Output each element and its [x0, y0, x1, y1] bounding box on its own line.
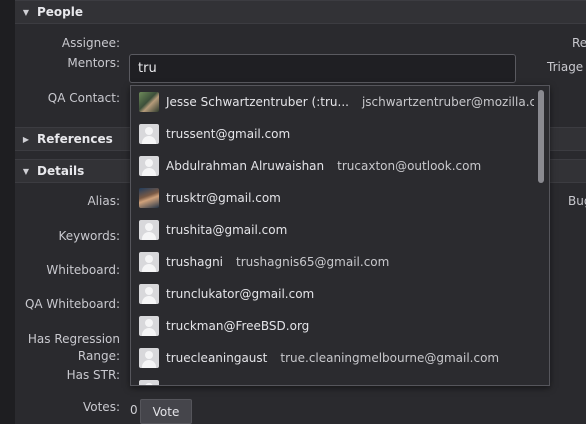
alias-label: Alias:	[87, 194, 120, 208]
suggestion-name: trushagni	[166, 255, 224, 269]
suggestion-name: Abdulrahman Alruwaishan	[166, 159, 325, 173]
has-str-label: Has STR:	[66, 368, 120, 382]
has-regression-range-label: Has Regression Range:	[27, 332, 120, 363]
user-avatar	[139, 92, 159, 112]
expanded-triangle-icon: ▼	[22, 166, 30, 176]
user-avatar	[139, 188, 159, 208]
suggestion-item[interactable]: trusktr@gmail.com	[131, 182, 536, 214]
votes-label: Votes:	[82, 400, 120, 414]
suggestion-name: truckman@FreeBSD.org	[166, 319, 310, 333]
suggestion-item[interactable]: truecleaningaust true.cleaningmelbourne@…	[131, 342, 536, 374]
suggestion-email: jschwartzentruber@mozilla.com	[361, 95, 550, 109]
expanded-triangle-icon: ▼	[22, 7, 30, 17]
suggestion-item[interactable]: trushagni trushagnis65@gmail.com	[131, 246, 536, 278]
bug-type-label-partial: Bug	[568, 194, 586, 208]
suggestion-item[interactable]: truckman@FreeBSD.org	[131, 310, 536, 342]
section-title: References	[37, 132, 113, 146]
suggestion-email: true.cleaningmelbourne@gmail.com	[280, 351, 500, 365]
section-people-header[interactable]: ▼ People	[15, 0, 586, 24]
mentors-label: Mentors:	[67, 56, 120, 70]
section-title: Details	[37, 164, 85, 178]
assignee-label: Assignee:	[61, 36, 120, 50]
suggestion-item[interactable]: trunclukator@gmail.com	[131, 278, 536, 310]
suggestion-item[interactable]: trushita@gmail.com	[131, 214, 536, 246]
default-avatar-icon	[139, 316, 159, 336]
whiteboard-label: Whiteboard:	[46, 263, 120, 277]
vote-button[interactable]: Vote	[140, 399, 192, 424]
reporter-label-partial: Re	[572, 36, 586, 50]
suggestion-item[interactable]: Abdulrahman Alruwaishan trucaxton@outloo…	[131, 150, 536, 182]
mentor-suggestions-dropdown: Jesse Schwartzentruber (:tru... jschwart…	[130, 85, 550, 386]
suggestion-email: trushagnis65@gmail.com	[236, 255, 390, 269]
qa-contact-label: QA Contact:	[47, 91, 120, 105]
dropdown-scrollbar[interactable]	[534, 86, 549, 385]
default-avatar-icon	[139, 124, 159, 144]
suggestion-item[interactable]: trussent@gmail.com	[131, 118, 536, 150]
suggestion-item-partial[interactable]	[131, 374, 536, 385]
default-avatar-icon	[139, 156, 159, 176]
default-avatar-icon	[139, 284, 159, 304]
qa-whiteboard-label: QA Whiteboard:	[24, 297, 120, 311]
suggestion-name: trunclukator@gmail.com	[166, 287, 315, 301]
default-avatar-icon	[139, 252, 159, 272]
default-avatar-icon	[139, 220, 159, 240]
suggestion-email: trucaxton@outlook.com	[337, 159, 482, 173]
votes-count: 0	[130, 403, 138, 417]
collapsed-triangle-icon: ▶	[22, 134, 30, 144]
default-avatar-icon	[139, 348, 159, 368]
suggestion-name: trussent@gmail.com	[166, 127, 291, 141]
left-gutter	[0, 0, 15, 424]
section-title: People	[37, 5, 84, 19]
triage-label-partial: Triage	[547, 60, 584, 74]
suggestion-name: trushita@gmail.com	[166, 223, 288, 237]
mentors-input[interactable]	[129, 54, 516, 83]
scrollbar-thumb[interactable]	[538, 90, 544, 183]
keywords-label: Keywords:	[58, 229, 120, 243]
suggestion-name: Jesse Schwartzentruber (:tru...	[166, 95, 349, 109]
suggestion-name: trusktr@gmail.com	[166, 191, 281, 205]
default-avatar-icon	[139, 380, 159, 385]
suggestion-item[interactable]: Jesse Schwartzentruber (:tru... jschwart…	[131, 86, 549, 118]
suggestion-name: truecleaningaust	[166, 351, 268, 365]
